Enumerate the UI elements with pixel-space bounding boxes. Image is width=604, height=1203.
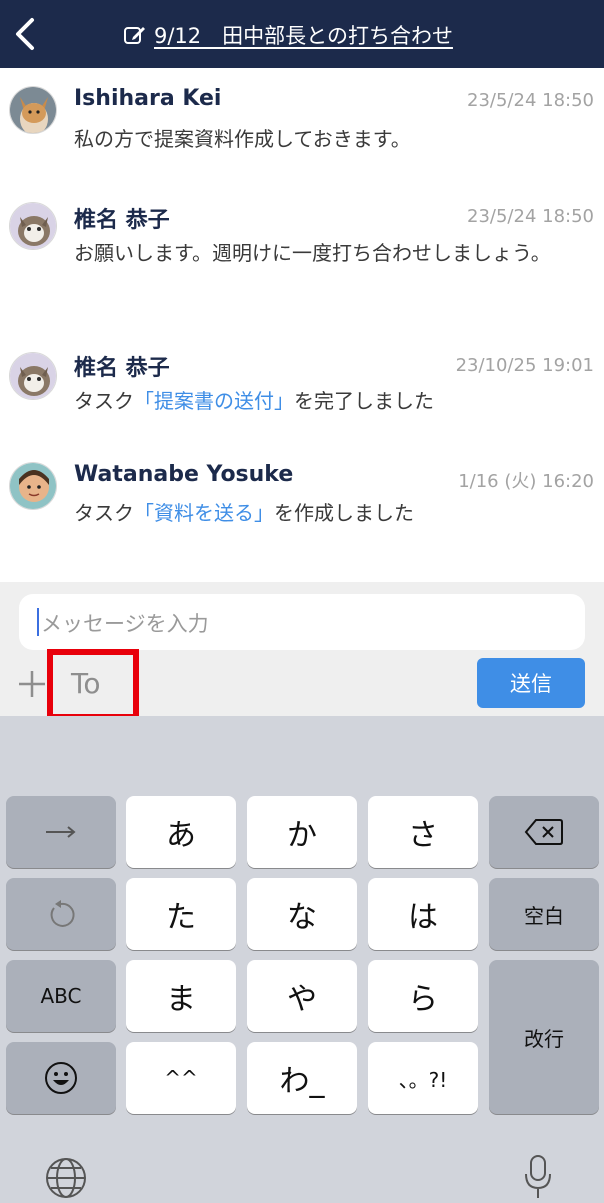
key-undo[interactable] xyxy=(6,878,116,950)
task-link[interactable]: 「資料を送る」 xyxy=(134,501,274,525)
key-label: か xyxy=(287,818,317,853)
to-label: To xyxy=(71,667,101,700)
key-arrow-right[interactable] xyxy=(6,796,116,868)
avatar[interactable] xyxy=(9,462,57,510)
message-composer: メッセージを入力 To 送信 xyxy=(0,582,604,720)
key-space[interactable]: 空白 xyxy=(489,878,599,950)
key-label: あ xyxy=(166,818,196,853)
key-label: わ_ xyxy=(279,1064,325,1099)
message-text: 私の方で提案資料作成しておきます。 xyxy=(74,127,411,151)
key-ta[interactable]: た xyxy=(126,878,236,950)
key-emoji[interactable] xyxy=(6,1042,116,1114)
message-time: 23/5/24 18:50 xyxy=(467,206,594,227)
message-text: タスク「資料を送る」を作成しました xyxy=(74,496,594,530)
message-time: 23/10/25 19:01 xyxy=(455,355,594,376)
message-author: 椎名 恭子 xyxy=(74,356,170,381)
key-label: さ xyxy=(408,818,438,853)
key-sa[interactable]: さ xyxy=(368,796,478,868)
back-button[interactable] xyxy=(8,12,44,56)
message-item: 椎名 恭子 23/5/24 18:50 お願いします。週明けに一度打ち合わせしま… xyxy=(0,196,604,316)
key-label: 、。?! xyxy=(398,1067,448,1092)
microphone-button[interactable] xyxy=(522,1152,554,1200)
key-label: た xyxy=(166,900,196,935)
key-ra[interactable]: ら xyxy=(368,960,478,1032)
key-ma[interactable]: ま xyxy=(126,960,236,1032)
globe-icon xyxy=(46,1158,86,1198)
key-ha[interactable]: は xyxy=(368,878,478,950)
key-punctuation[interactable]: 、。?! xyxy=(368,1042,478,1114)
chat-title-link[interactable]: 9/12 田中部長との打ち合わせ xyxy=(122,20,453,50)
key-label: は xyxy=(408,900,438,935)
message-input[interactable]: メッセージを入力 xyxy=(19,594,585,650)
key-kaomoji[interactable]: ^^ xyxy=(126,1042,236,1114)
key-label: ^^ xyxy=(164,1066,198,1090)
plus-icon xyxy=(19,671,45,697)
task-link[interactable]: 「提案書の送付」 xyxy=(134,389,294,413)
arrow-right-icon xyxy=(46,826,76,838)
chevron-left-icon xyxy=(16,18,34,50)
message-author: 椎名 恭子 xyxy=(74,208,170,233)
avatar[interactable] xyxy=(9,86,57,134)
key-label: ら xyxy=(408,982,438,1017)
message-text: タスク「提案書の送付」を完了しました xyxy=(74,384,594,418)
send-button[interactable]: 送信 xyxy=(477,658,585,708)
key-na[interactable]: な xyxy=(247,878,357,950)
task-suffix: を作成しました xyxy=(274,501,414,525)
message-author: Ishihara Kei xyxy=(74,86,222,111)
message-item: Ishihara Kei 23/5/24 18:50 私の方で提案資料作成してお… xyxy=(0,80,604,180)
task-suffix: を完了しました xyxy=(294,389,434,413)
key-abc[interactable]: ABC xyxy=(6,960,116,1032)
add-button[interactable] xyxy=(16,668,48,700)
message-time: 1/16 (火) 16:20 xyxy=(458,471,594,492)
message-text: お願いします。週明けに一度打ち合わせしましょう。 xyxy=(74,241,551,265)
message-author: Watanabe Yosuke xyxy=(74,462,294,487)
key-wa[interactable]: わ_ xyxy=(247,1042,357,1114)
key-a[interactable]: あ xyxy=(126,796,236,868)
key-ya[interactable]: や xyxy=(247,960,357,1032)
key-label: 空白 xyxy=(524,903,564,928)
emoji-icon xyxy=(45,1062,77,1094)
message-placeholder: メッセージを入力 xyxy=(41,612,209,636)
key-return[interactable]: 改行 xyxy=(489,960,599,1114)
key-backspace[interactable] xyxy=(489,796,599,868)
avatar[interactable] xyxy=(9,352,57,400)
key-label: や xyxy=(287,982,317,1017)
task-prefix: タスク xyxy=(74,389,134,413)
chat-title: 9/12 田中部長との打ち合わせ xyxy=(154,24,453,48)
message-item: 椎名 恭子 23/10/25 19:01 タスク「提案書の送付」を完了しました xyxy=(0,346,604,426)
message-time: 23/5/24 18:50 xyxy=(467,90,594,111)
avatar[interactable] xyxy=(9,202,57,250)
key-label: な xyxy=(287,900,317,935)
message-item: Watanabe Yosuke 1/16 (火) 16:20 タスク「資料を送る… xyxy=(0,458,604,538)
key-label: 改行 xyxy=(524,1026,564,1051)
edit-note-icon xyxy=(124,27,145,44)
key-label: ま xyxy=(166,982,196,1017)
undo-icon xyxy=(50,900,75,927)
key-label: ABC xyxy=(40,984,82,1008)
key-ka[interactable]: か xyxy=(247,796,357,868)
backspace-icon xyxy=(524,819,563,845)
text-caret xyxy=(37,608,39,636)
microphone-icon xyxy=(525,1155,551,1198)
task-prefix: タスク xyxy=(74,501,134,525)
globe-button[interactable] xyxy=(44,1156,88,1200)
chat-header: 9/12 田中部長との打ち合わせ xyxy=(0,0,604,68)
to-mention-button[interactable]: To xyxy=(47,649,139,720)
